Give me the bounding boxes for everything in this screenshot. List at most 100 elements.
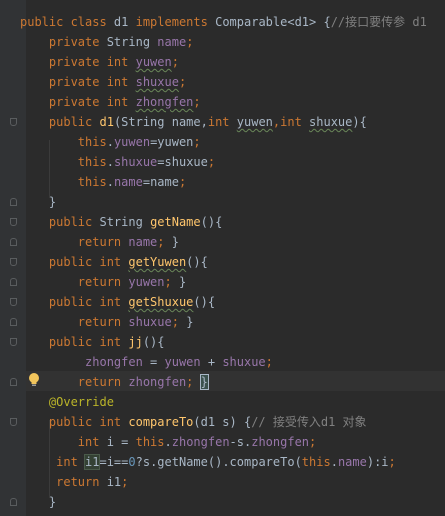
fold-icon[interactable]	[10, 218, 17, 226]
code-token: int	[207, 115, 237, 129]
code-token: (){	[200, 215, 223, 229]
code-token: @Override	[20, 395, 114, 409]
code-line[interactable]: public int getYuwen(){	[20, 252, 208, 272]
code-token: }	[20, 195, 57, 209]
fold-icon[interactable]	[10, 258, 17, 266]
code-token: i1	[83, 454, 101, 470]
code-token: public int	[20, 255, 129, 269]
code-token: return	[20, 375, 129, 389]
code-token: this	[20, 175, 107, 189]
fold-icon[interactable]	[10, 198, 17, 206]
code-line[interactable]: this.name=name;	[20, 172, 186, 192]
code-token: public int	[20, 335, 129, 349]
code-token: shuxue	[128, 315, 172, 329]
code-token: yuwen	[135, 55, 172, 69]
code-line[interactable]: public d1(String name,int yuwen,int shux…	[20, 112, 367, 132]
code-token: getShuxue	[128, 295, 194, 309]
code-token: compareTo	[128, 415, 194, 429]
code-token: ;	[193, 95, 201, 109]
code-line[interactable]: public String getName(){	[20, 212, 222, 232]
code-token: this	[20, 135, 107, 149]
code-line[interactable]: return zhongfen; }	[20, 372, 209, 392]
code-line[interactable]: public int compareTo(d1 s) {// 接受传入d1 对象	[20, 412, 367, 432]
code-token: ;	[309, 435, 317, 449]
code-token: implements	[135, 15, 216, 29]
code-line[interactable]: private int yuwen;	[20, 52, 179, 72]
code-line[interactable]: public int getShuxue(){	[20, 292, 215, 312]
code-token: name	[128, 235, 158, 249]
code-token: shuxue	[222, 355, 266, 369]
code-token: public	[20, 115, 100, 129]
code-token: name	[157, 35, 187, 49]
fold-icon[interactable]	[10, 118, 17, 126]
code-token: public class	[20, 15, 114, 29]
code-line[interactable]: private String name;	[20, 32, 194, 52]
code-token: shuxue	[309, 115, 353, 129]
code-token: ;	[186, 375, 201, 389]
code-line[interactable]: int i = this.zhongfen-s.zhongfen;	[20, 432, 316, 452]
code-line[interactable]: return i1;	[20, 472, 128, 492]
code-token: (){	[193, 295, 216, 309]
code-line[interactable]: }	[20, 492, 56, 512]
code-token: yuwen	[164, 355, 208, 369]
code-token: +	[207, 355, 223, 369]
code-line[interactable]: private int zhongfen;	[20, 92, 201, 112]
code-token: ;	[157, 235, 172, 249]
code-token: ;	[193, 135, 201, 149]
code-token: return	[20, 315, 129, 329]
code-line[interactable]: private int shuxue;	[20, 72, 186, 92]
code-line[interactable]: return shuxue; }	[20, 312, 194, 332]
code-token: zhongfen	[251, 435, 310, 449]
code-token: i =	[106, 435, 136, 449]
code-token: String	[106, 35, 158, 49]
code-token: ;	[164, 275, 179, 289]
code-token: yuwen	[236, 115, 273, 129]
code-token: int	[20, 435, 107, 449]
fold-icon[interactable]	[10, 498, 17, 506]
code-token: getYuwen	[128, 255, 187, 269]
code-line[interactable]: public int jj(){	[20, 332, 165, 352]
code-token: }	[199, 374, 209, 390]
code-token: ;	[121, 475, 129, 489]
code-token: i1	[106, 475, 122, 489]
code-token: }	[178, 275, 187, 289]
fold-icon[interactable]	[10, 418, 17, 426]
code-token: public int	[20, 295, 129, 309]
fold-icon[interactable]	[10, 378, 17, 386]
code-token: .	[164, 435, 172, 449]
fold-icon[interactable]	[10, 278, 17, 286]
code-token: zhongfen	[171, 435, 230, 449]
code-token: 0	[128, 455, 136, 469]
code-token: =	[150, 355, 165, 369]
code-token: (d1 s) {	[193, 415, 252, 429]
code-token: yuwen	[113, 135, 151, 149]
code-token: ;	[171, 315, 187, 329]
code-line[interactable]: this.shuxue=shuxue;	[20, 152, 215, 172]
code-line[interactable]: int i1=i==0?s.getName().compareTo(this.n…	[20, 452, 396, 472]
fold-icon[interactable]	[10, 298, 17, 306]
code-line[interactable]: this.yuwen=yuwen;	[20, 132, 201, 152]
code-token: ;	[178, 75, 187, 89]
code-token: ){	[352, 115, 367, 129]
code-line[interactable]: public class d1 implements Comparable<d1…	[20, 12, 427, 32]
code-token: private int	[20, 75, 136, 89]
code-token: ;	[171, 55, 179, 69]
code-line[interactable]: return name; }	[20, 232, 179, 252]
code-token: int	[20, 455, 86, 469]
code-token: ;	[178, 175, 187, 189]
fold-icon[interactable]	[10, 338, 17, 346]
code-line[interactable]: }	[20, 192, 56, 212]
code-token: }	[20, 495, 57, 509]
code-line[interactable]: zhongfen = yuwen + shuxue;	[20, 352, 273, 372]
code-token: (){	[186, 255, 208, 269]
fold-icon[interactable]	[10, 318, 17, 326]
fold-icon[interactable]	[10, 238, 17, 246]
code-token: return	[20, 275, 129, 289]
code-token: }	[171, 235, 179, 249]
code-line[interactable]: @Override	[20, 392, 114, 412]
code-token: // 接受传入d1 对象	[251, 415, 367, 429]
code-editor[interactable]: public class d1 implements Comparable<d1…	[0, 0, 445, 516]
code-token: ;	[265, 355, 273, 369]
code-line[interactable]: return yuwen; }	[20, 272, 186, 292]
code-token: public	[20, 215, 100, 229]
